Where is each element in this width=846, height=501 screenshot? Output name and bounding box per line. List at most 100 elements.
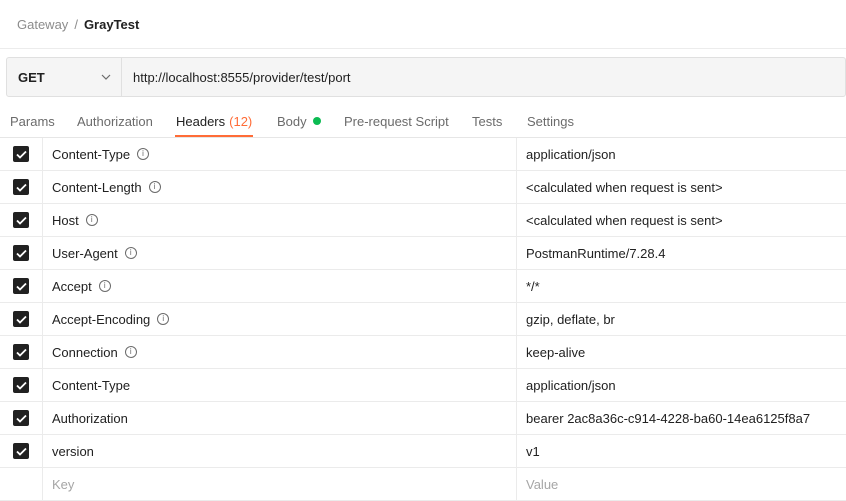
request-tabs: Params Authorization Headers (12) Body P… <box>0 104 846 138</box>
new-row-check-cell <box>0 468 43 500</box>
header-value-cell[interactable]: v1 <box>517 435 846 467</box>
table-row: Host i <calculated when request is sent> <box>0 204 846 237</box>
info-icon[interactable]: i <box>157 313 170 325</box>
header-value-cell[interactable]: */* <box>517 270 846 302</box>
table-row: Content-Type application/json <box>0 369 846 402</box>
header-enabled-checkbox[interactable] <box>13 344 29 360</box>
header-key-cell[interactable]: Connection i <box>43 336 517 368</box>
header-key-cell[interactable]: version <box>43 435 517 467</box>
header-key: Connection <box>52 344 118 360</box>
tab-settings[interactable]: Settings <box>527 104 574 138</box>
header-key: Authorization <box>52 410 128 426</box>
header-key-cell[interactable]: Content-Length i <box>43 171 517 203</box>
header-key-cell[interactable]: Content-Type <box>43 369 517 401</box>
table-row: Accept-Encoding i gzip, deflate, br <box>0 303 846 336</box>
tab-label: Settings <box>527 113 574 129</box>
info-icon[interactable]: i <box>124 346 137 358</box>
breadcrumb-parent-link[interactable]: Gateway <box>17 17 68 32</box>
tab-tests[interactable]: Tests <box>472 104 502 138</box>
checkmark-icon <box>15 447 27 456</box>
chevron-down-icon <box>101 72 111 82</box>
header-key-cell[interactable]: Host i <box>43 204 517 236</box>
header-value: */* <box>526 278 540 294</box>
header-value: gzip, deflate, br <box>526 311 615 327</box>
header-enabled-checkbox[interactable] <box>13 245 29 261</box>
header-value-cell[interactable]: keep-alive <box>517 336 846 368</box>
breadcrumb-separator: / <box>74 16 78 32</box>
tab-label: Pre-request Script <box>344 113 449 129</box>
header-key-cell[interactable]: Accept i <box>43 270 517 302</box>
method-select[interactable]: GET <box>7 58 122 96</box>
header-enabled-checkbox[interactable] <box>13 311 29 327</box>
table-row: Content-Type i application/json <box>0 138 846 171</box>
header-value: <calculated when request is sent> <box>526 179 723 195</box>
header-value: v1 <box>526 443 540 459</box>
tab-body[interactable]: Body <box>277 104 321 138</box>
table-row: Authorization bearer 2ac8a36c-c914-4228-… <box>0 402 846 435</box>
checkmark-icon <box>15 249 27 258</box>
header-key: Content-Length <box>52 179 142 195</box>
tab-headers[interactable]: Headers (12) <box>175 104 254 138</box>
checkmark-icon <box>15 348 27 357</box>
tab-label: Params <box>10 113 55 129</box>
header-value: bearer 2ac8a36c-c914-4228-ba60-14ea6125f… <box>526 410 811 426</box>
info-icon[interactable]: i <box>85 214 98 226</box>
header-key: Host <box>52 212 79 228</box>
header-value-cell[interactable]: application/json <box>517 138 846 170</box>
breadcrumb-current[interactable]: GrayTest <box>84 17 139 32</box>
header-key-cell[interactable]: Authorization <box>43 402 517 434</box>
tab-pre-request-script[interactable]: Pre-request Script <box>344 104 449 138</box>
header-key: Content-Type <box>52 377 131 393</box>
header-value: keep-alive <box>526 344 586 360</box>
info-icon[interactable]: i <box>124 247 137 259</box>
header-enabled-checkbox[interactable] <box>13 410 29 426</box>
tab-params[interactable]: Params <box>10 104 55 138</box>
request-url-bar: GET <box>6 57 846 97</box>
info-icon[interactable]: i <box>98 280 111 292</box>
url-input[interactable] <box>122 58 845 96</box>
checkmark-icon <box>15 315 27 324</box>
tab-label: Body <box>277 113 307 129</box>
header-key: version <box>52 443 94 459</box>
checkmark-icon <box>15 150 27 159</box>
header-enabled-checkbox[interactable] <box>13 278 29 294</box>
header-value-cell[interactable]: gzip, deflate, br <box>517 303 846 335</box>
header-value-cell[interactable]: <calculated when request is sent> <box>517 204 846 236</box>
new-header-key-input[interactable]: Key <box>43 468 517 500</box>
method-label: GET <box>18 69 45 85</box>
header-enabled-checkbox[interactable] <box>13 146 29 162</box>
header-value: application/json <box>526 146 616 162</box>
header-key-cell[interactable]: Accept-Encoding i <box>43 303 517 335</box>
table-row: Accept i */* <box>0 270 846 303</box>
header-value: PostmanRuntime/7.28.4 <box>526 245 666 261</box>
header-enabled-checkbox[interactable] <box>13 377 29 393</box>
tab-label: Authorization <box>77 113 153 129</box>
breadcrumb: Gateway / GrayTest <box>17 16 139 32</box>
header-key: Content-Type <box>52 146 131 162</box>
header-key-cell[interactable]: User-Agent i <box>43 237 517 269</box>
header-divider <box>0 48 846 49</box>
header-key: Accept <box>52 278 92 294</box>
info-icon[interactable]: i <box>148 181 161 193</box>
header-value-cell[interactable]: <calculated when request is sent> <box>517 171 846 203</box>
header-enabled-checkbox[interactable] <box>13 443 29 459</box>
header-value-cell[interactable]: application/json <box>517 369 846 401</box>
checkmark-icon <box>15 183 27 192</box>
value-placeholder: Value <box>526 476 559 492</box>
checkmark-icon <box>15 381 27 390</box>
header-key-cell[interactable]: Content-Type i <box>43 138 517 170</box>
header-value-cell[interactable]: bearer 2ac8a36c-c914-4228-ba60-14ea6125f… <box>517 402 846 434</box>
table-row: User-Agent i PostmanRuntime/7.28.4 <box>0 237 846 270</box>
tab-authorization[interactable]: Authorization <box>77 104 153 138</box>
header-key: Accept-Encoding <box>52 311 151 327</box>
body-status-dot-icon <box>312 117 321 125</box>
headers-table: Content-Type i application/json Content-L… <box>0 138 846 501</box>
headers-count-badge: (12) <box>229 113 253 129</box>
header-value-cell[interactable]: PostmanRuntime/7.28.4 <box>517 237 846 269</box>
new-header-value-input[interactable]: Value <box>517 468 846 500</box>
table-row: Content-Length i <calculated when request… <box>0 171 846 204</box>
info-icon[interactable]: i <box>137 148 150 160</box>
header-enabled-checkbox[interactable] <box>13 179 29 195</box>
header-enabled-checkbox[interactable] <box>13 212 29 228</box>
header-key: User-Agent <box>52 245 118 261</box>
